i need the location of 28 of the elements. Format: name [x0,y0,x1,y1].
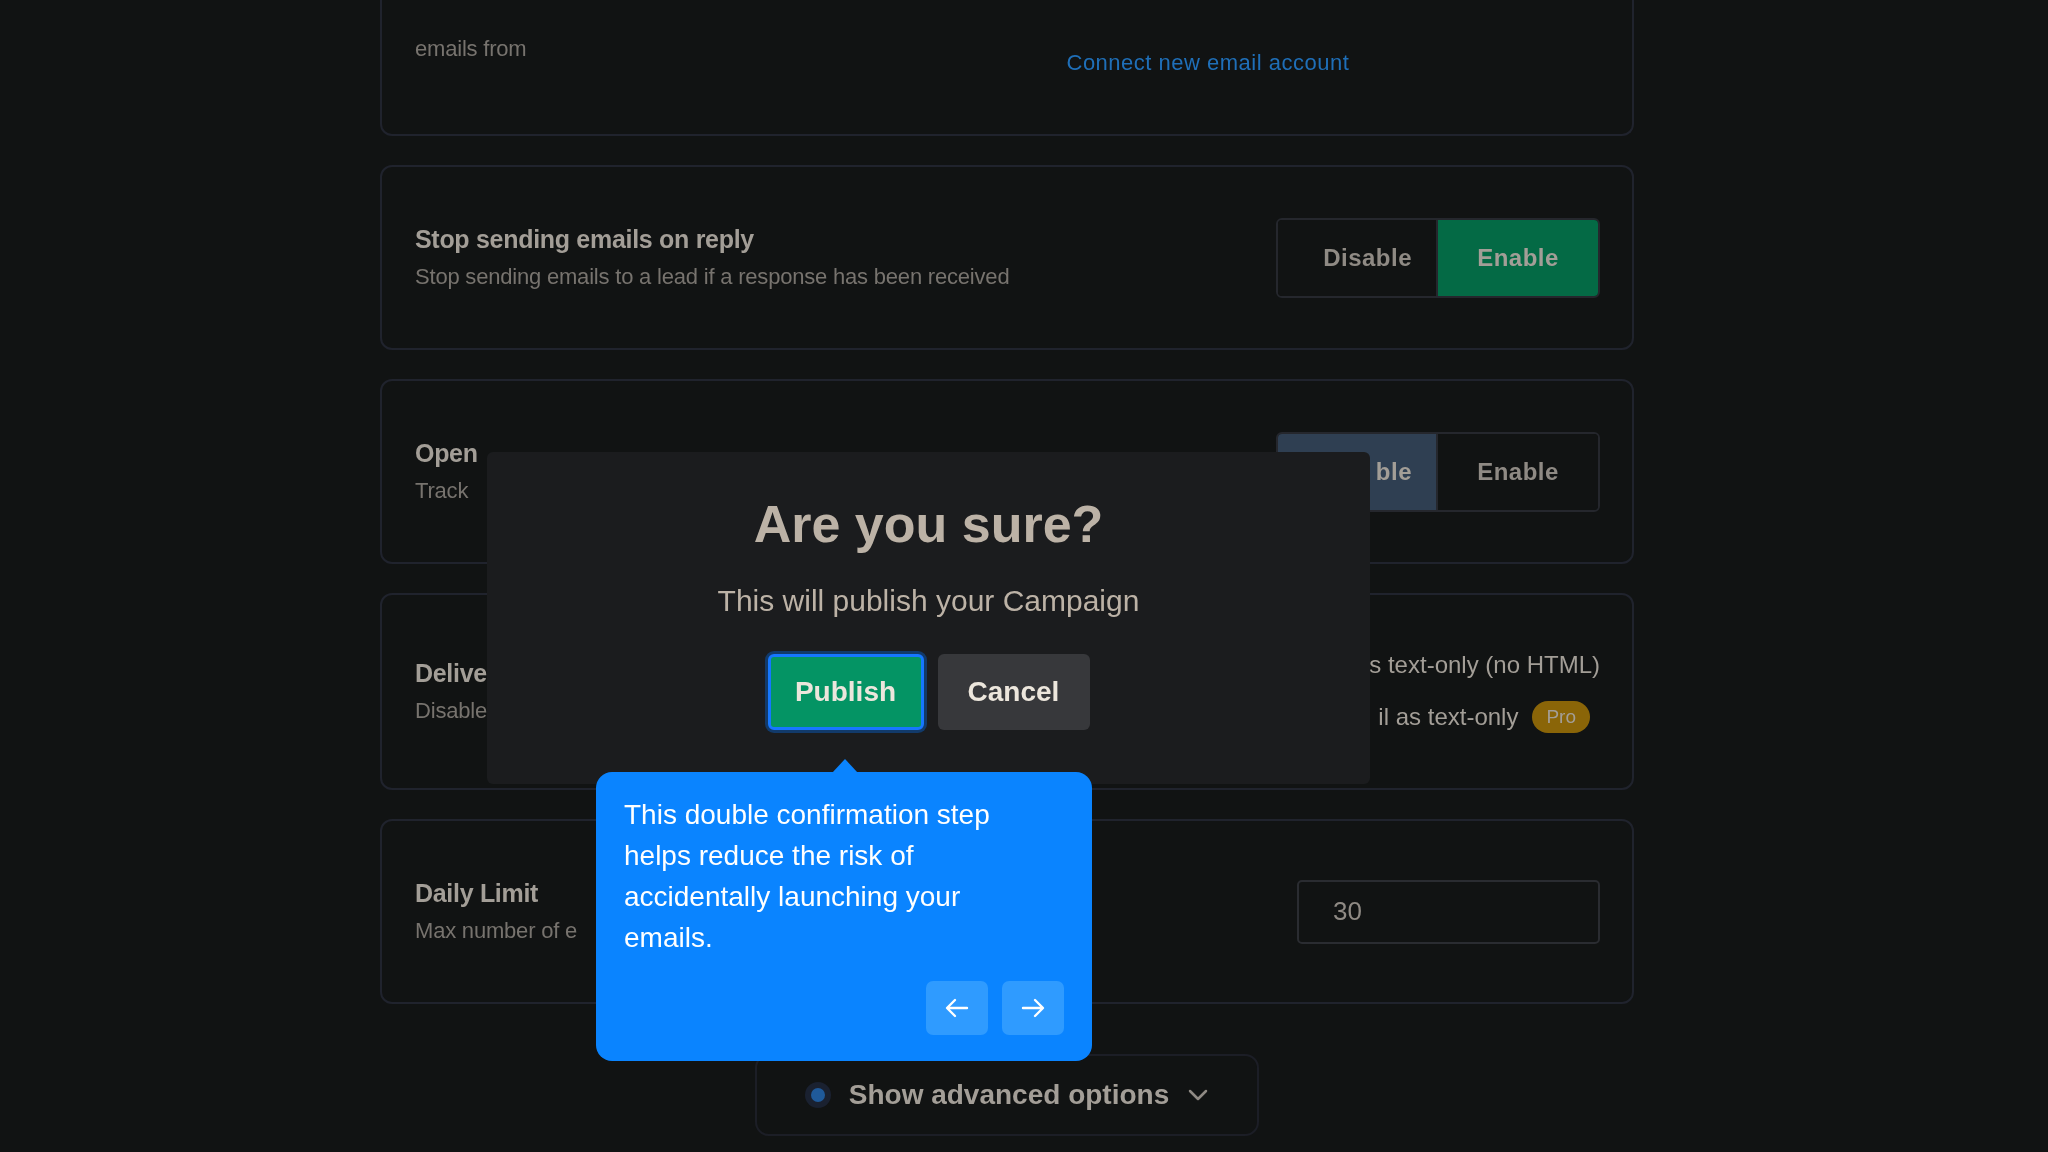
pro-badge: Pro [1532,700,1590,733]
setting-title: Open [415,439,478,468]
arrow-right-icon [1021,998,1045,1018]
previous-button[interactable] [926,981,988,1035]
setting-description: Track [415,478,470,504]
dialog-title: Are you sure? [753,494,1104,554]
connect-account-link[interactable]: Connect new email account [1066,50,1350,76]
status-dot-icon [804,1082,831,1108]
toggle-button[interactable]: Disable [1278,219,1438,296]
arrow-left-icon [945,998,969,1018]
next-button[interactable] [1002,981,1064,1035]
cancel-button[interactable]: Cancel [937,654,1090,730]
number-input[interactable]: 30 [1299,895,1535,928]
setting-description: Disable [415,698,487,724]
number-field[interactable]: 30 [1297,879,1600,944]
setting-title: Daily Limit [415,879,540,908]
option-label: s text-only (no HTML) [1369,650,1600,679]
setting-title: Stop sending emails on reply [415,225,755,254]
publish-button[interactable]: Publish [767,654,924,730]
setting-title: Delive [415,659,487,688]
dialog-message: This will publish your Campaign [717,584,1140,618]
chevron-down-icon [1187,1088,1210,1102]
show-advanced-button[interactable]: Show advanced options [755,1054,1259,1136]
tooltip-text: This double confirmation step helps reduce the risk of accidentally launching your emails. [624,798,991,955]
setting-description: emails from [415,36,527,62]
setting-description: Max number of e [415,918,578,944]
setting-description: Stop sending emails to a lead if a response has been received [415,264,1010,290]
option-label: il as text-only [1378,702,1519,731]
